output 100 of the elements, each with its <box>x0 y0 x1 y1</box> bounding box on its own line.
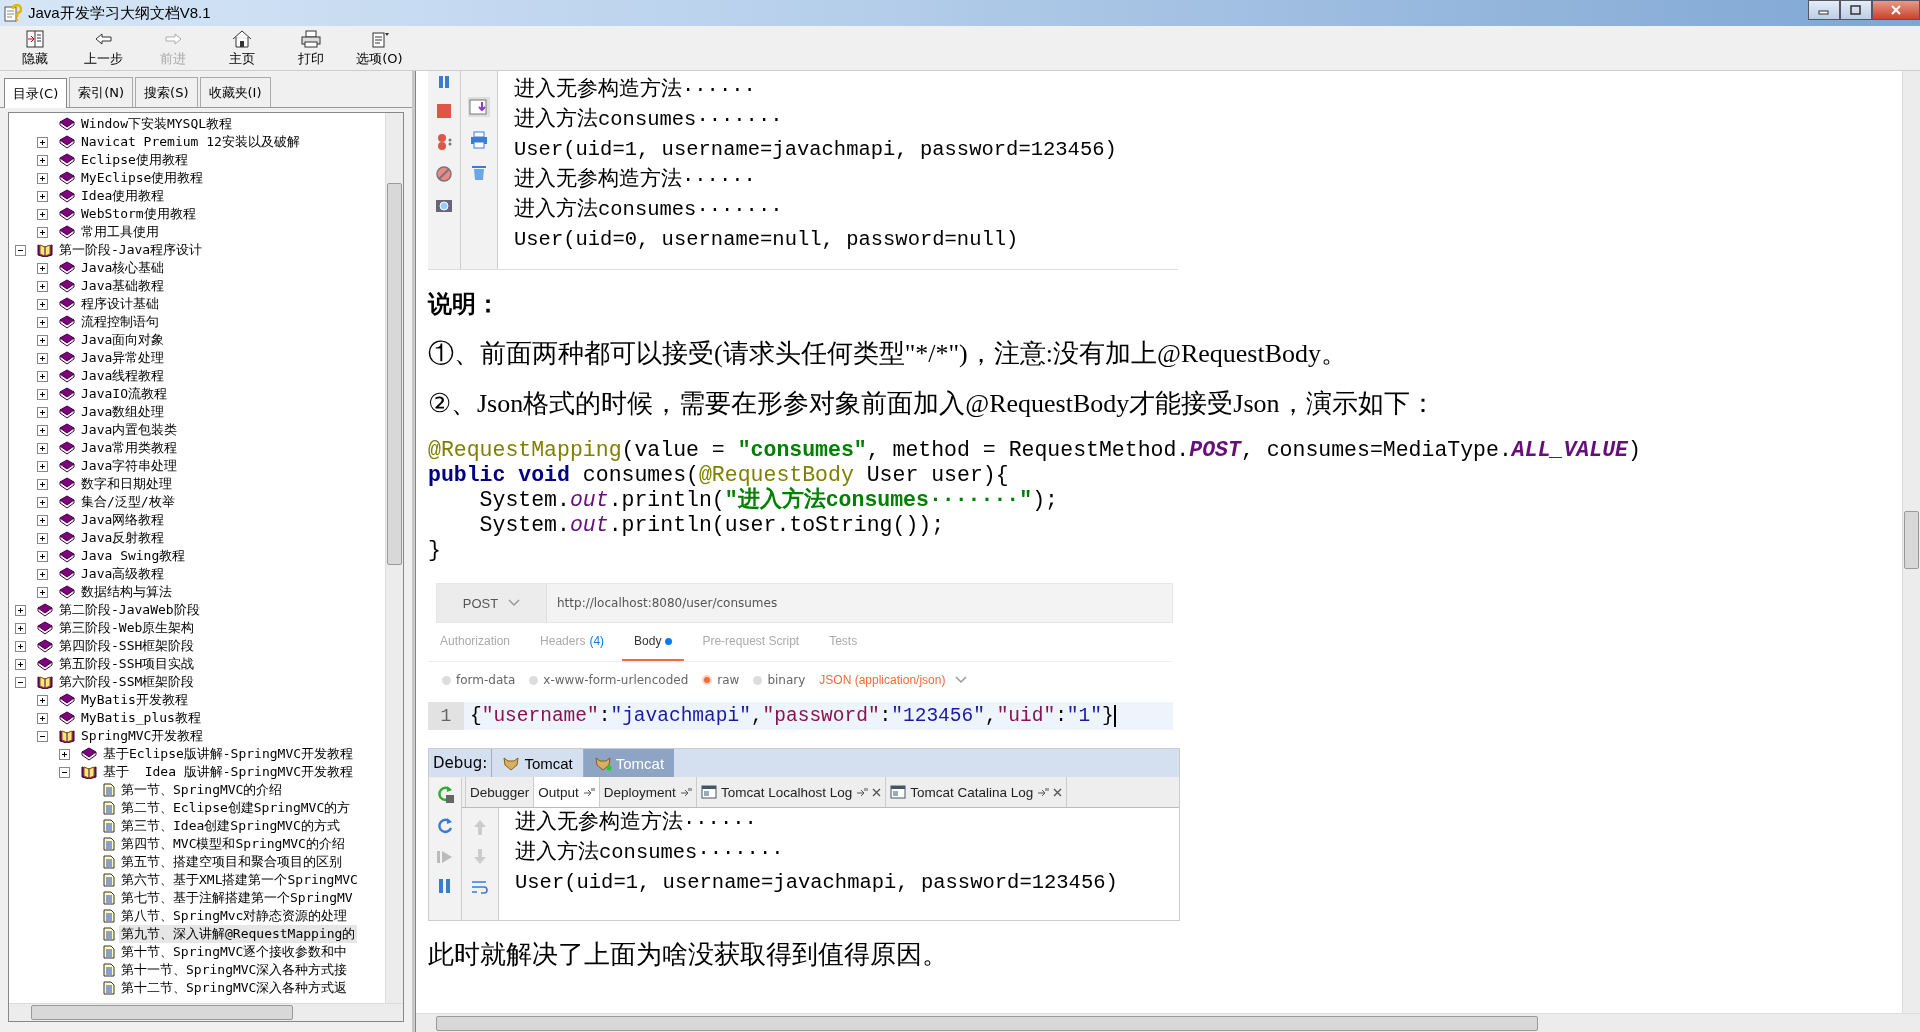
tree-item[interactable]: Java反射教程 <box>79 529 167 547</box>
tree-item[interactable]: 第四阶段-SSH框架阶段 <box>57 637 197 655</box>
tree-item[interactable]: 第四节、MVC模型和SpringMVC的介绍 <box>119 835 347 853</box>
tree-item[interactable]: 常用工具使用 <box>79 223 161 241</box>
tree-item[interactable]: Java内置包装类 <box>79 421 180 439</box>
expand-toggle-icon[interactable] <box>37 550 48 562</box>
expand-toggle-icon[interactable] <box>15 604 26 616</box>
expand-toggle-icon[interactable] <box>37 370 48 382</box>
nav-tab[interactable]: 目录(C) <box>4 78 68 108</box>
tree-item[interactable]: 第十节、SpringMVC逐个接收参数和中 <box>119 943 350 961</box>
tree-item[interactable]: Java高级教程 <box>79 565 167 583</box>
minimize-button[interactable] <box>1808 0 1840 20</box>
expand-toggle-icon[interactable] <box>37 388 48 400</box>
tree-item[interactable]: 第九节、深入讲解@RequestMapping的 <box>119 925 358 943</box>
expand-toggle-icon[interactable] <box>37 568 48 580</box>
tree-item[interactable]: 第三阶段-Web原生架构 <box>57 619 197 637</box>
tree-item[interactable]: Java字符串处理 <box>79 457 180 475</box>
body-type-radio[interactable]: binary <box>753 673 806 687</box>
tree-item[interactable]: Java常用类教程 <box>79 439 180 457</box>
tree-item[interactable]: 第七节、基于注解搭建第一个SpringMV <box>119 889 355 907</box>
expand-toggle-icon[interactable] <box>37 190 48 202</box>
collapse-toggle-icon[interactable] <box>15 676 26 688</box>
tree-item[interactable]: Window下安装MYSQL教程 <box>79 115 235 133</box>
expand-toggle-icon[interactable] <box>37 136 48 148</box>
expand-toggle-icon[interactable] <box>37 262 48 274</box>
tree-item[interactable]: 第六节、基于XML搭建第一个SpringMVC <box>119 871 360 889</box>
tree-item[interactable]: SpringMVC开发教程 <box>79 727 206 745</box>
tree-item[interactable]: MyBatis_plus教程 <box>79 709 203 727</box>
expand-toggle-icon[interactable] <box>37 442 48 454</box>
expand-toggle-icon[interactable] <box>37 586 48 598</box>
tree-item[interactable]: 第三节、Idea创建SpringMVC的方式 <box>119 817 342 835</box>
body-type-radio[interactable]: x-www-form-urlencoded <box>529 673 689 687</box>
expand-toggle-icon[interactable] <box>37 532 48 544</box>
expand-toggle-icon[interactable] <box>37 226 48 238</box>
body-type-radio[interactable]: raw <box>702 673 740 687</box>
toolbar-button[interactable]: 打印 <box>276 26 345 70</box>
tree-item[interactable]: Java Swing教程 <box>79 547 188 565</box>
nav-tab[interactable]: 搜索(S) <box>135 77 198 107</box>
expand-toggle-icon[interactable] <box>37 154 48 166</box>
tree-item[interactable]: MyBatis开发教程 <box>79 691 190 709</box>
expand-toggle-icon[interactable] <box>37 316 48 328</box>
tree-item[interactable]: Idea使用教程 <box>79 187 167 205</box>
tree-item[interactable]: Java核心基础 <box>79 259 167 277</box>
tree-item[interactable]: 基于 Idea 版讲解-SpringMVC开发教程 <box>101 763 356 781</box>
expand-toggle-icon[interactable] <box>37 172 48 184</box>
tree-item[interactable]: Eclipse使用教程 <box>79 151 190 169</box>
vertical-scrollbar[interactable] <box>385 113 403 1003</box>
collapse-toggle-icon[interactable] <box>15 244 26 256</box>
tree-item[interactable]: Java线程教程 <box>79 367 167 385</box>
expand-toggle-icon[interactable] <box>15 640 26 652</box>
expand-toggle-icon[interactable] <box>59 748 70 760</box>
tree-item[interactable]: 第一节、SpringMVC的介绍 <box>119 781 285 799</box>
expand-toggle-icon[interactable] <box>37 496 48 508</box>
vertical-scrollbar[interactable] <box>1902 71 1920 1013</box>
tree-item[interactable]: Java基础教程 <box>79 277 167 295</box>
tree-item[interactable]: 第八节、SpringMvc对静态资源的处理 <box>119 907 350 925</box>
output-tab[interactable]: Output <box>534 777 600 807</box>
toolbar-button[interactable]: 上一步 <box>69 26 138 70</box>
expand-toggle-icon[interactable] <box>37 334 48 346</box>
expand-toggle-icon[interactable] <box>37 460 48 472</box>
nav-tab[interactable]: 收藏夹(I) <box>199 77 271 107</box>
tree-item[interactable]: Java数组处理 <box>79 403 167 421</box>
expand-toggle-icon[interactable] <box>15 658 26 670</box>
expand-toggle-icon[interactable] <box>37 424 48 436</box>
tree-item[interactable]: JavaIO流教程 <box>79 385 169 403</box>
body-type-radio[interactable]: form-data <box>442 673 516 687</box>
expand-toggle-icon[interactable] <box>15 622 26 634</box>
tree-item[interactable]: 数字和日期处理 <box>79 475 174 493</box>
request-tab[interactable]: Headers (4) <box>528 623 617 661</box>
body-editor[interactable]: 1 {"username":"javachmapi","password":"123456","uid":"1"} <box>428 702 1173 730</box>
tree-item[interactable]: Java网络教程 <box>79 511 167 529</box>
tree-item[interactable]: 第五阶段-SSH项目实战 <box>57 655 197 673</box>
tree-item[interactable]: 第一阶段-Java程序设计 <box>57 241 205 259</box>
close-button[interactable] <box>1872 0 1920 20</box>
expand-toggle-icon[interactable] <box>37 352 48 364</box>
expand-toggle-icon[interactable] <box>37 694 48 706</box>
tree-item[interactable]: 程序设计基础 <box>79 295 161 313</box>
expand-toggle-icon[interactable] <box>37 280 48 292</box>
tree-item[interactable]: Navicat Premium 12安装以及破解 <box>79 133 302 151</box>
toolbar-button[interactable]: 隐藏 <box>0 26 69 70</box>
expand-toggle-icon[interactable] <box>37 298 48 310</box>
expand-toggle-icon[interactable] <box>37 478 48 490</box>
tree-item[interactable]: 第十一节、SpringMVC深入各种方式接 <box>119 961 350 979</box>
expand-toggle-icon[interactable] <box>37 208 48 220</box>
tree-item[interactable]: Java异常处理 <box>79 349 167 367</box>
collapse-toggle-icon[interactable] <box>59 766 70 778</box>
tree-item[interactable]: 基于Eclipse版讲解-SpringMVC开发教程 <box>101 745 356 763</box>
tree-item[interactable]: MyEclipse使用教程 <box>79 169 206 187</box>
toolbar-button[interactable]: 主页 <box>207 26 276 70</box>
horizontal-scrollbar[interactable] <box>9 1003 403 1021</box>
tree-item[interactable]: WebStorm使用教程 <box>79 205 198 223</box>
tree-item[interactable]: 第二节、Eclipse创建SpringMVC的方 <box>119 799 353 817</box>
tree-item[interactable]: 数据结构与算法 <box>79 583 174 601</box>
horizontal-scrollbar[interactable] <box>416 1013 1920 1032</box>
toolbar-button[interactable]: 选项(O) <box>345 26 414 70</box>
tree-item[interactable]: 流程控制语句 <box>79 313 161 331</box>
expand-toggle-icon[interactable] <box>37 712 48 724</box>
tree-item[interactable]: 第二阶段-JavaWeb阶段 <box>57 601 202 619</box>
tree-item[interactable]: 集合/泛型/枚举 <box>79 493 177 511</box>
tree-item[interactable]: 第五节、搭建空项目和聚合项目的区别 <box>119 853 344 871</box>
